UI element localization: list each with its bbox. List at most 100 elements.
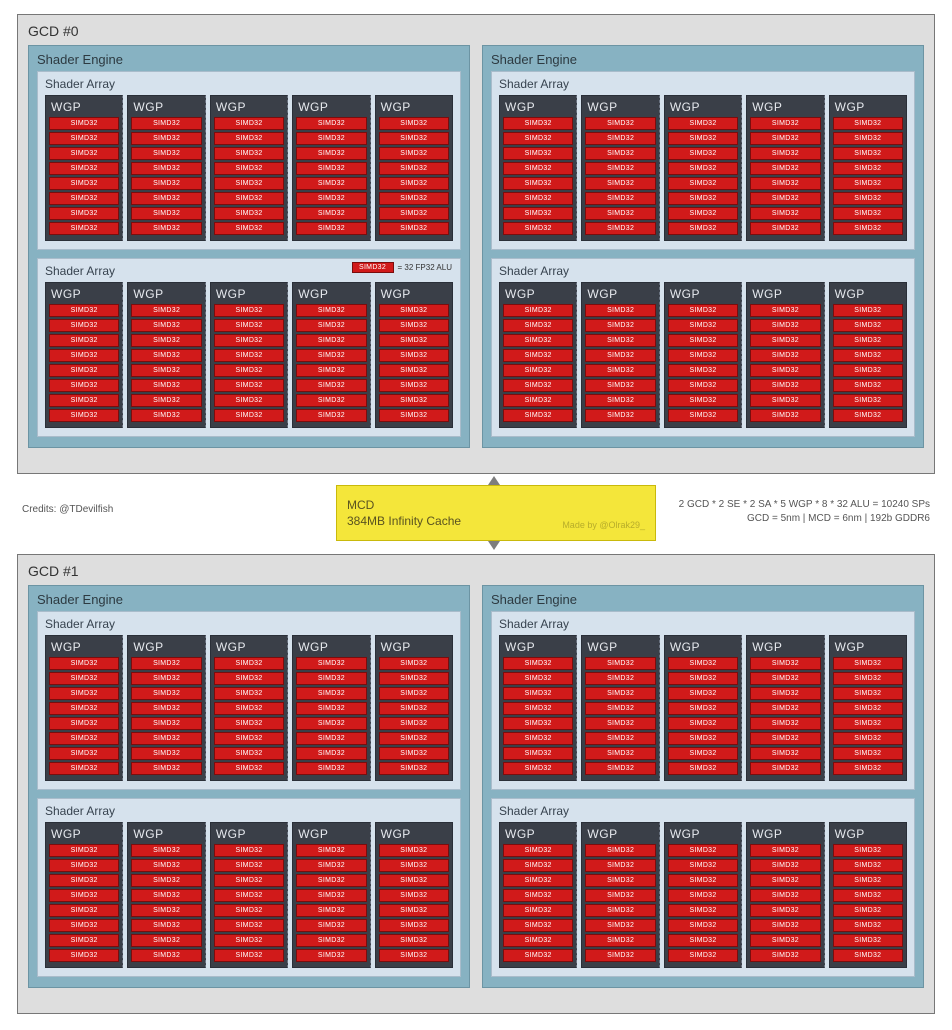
simd-unit: SIMD32	[833, 192, 903, 205]
simd-unit: SIMD32	[296, 672, 366, 685]
simd-label: SIMD32	[318, 937, 345, 944]
simd-unit: SIMD32	[833, 762, 903, 775]
wgp-block: WGPSIMD32SIMD32SIMD32SIMD32SIMD32SIMD32S…	[45, 95, 123, 241]
simd-label: SIMD32	[525, 120, 552, 127]
wgp-block: WGPSIMD32SIMD32SIMD32SIMD32SIMD32SIMD32S…	[210, 635, 288, 781]
wgp-block: WGPSIMD32SIMD32SIMD32SIMD32SIMD32SIMD32S…	[664, 95, 742, 241]
simd-unit: SIMD32	[214, 717, 284, 730]
simd-unit: SIMD32	[296, 732, 366, 745]
simd-unit: SIMD32	[214, 117, 284, 130]
simd-unit: SIMD32	[296, 162, 366, 175]
simd-unit: SIMD32	[131, 409, 201, 422]
simd-label: SIMD32	[689, 337, 716, 344]
simd-unit: SIMD32	[214, 147, 284, 160]
simd-unit: SIMD32	[750, 657, 820, 670]
simd-unit: SIMD32	[131, 874, 201, 887]
wgp-label: WGP	[51, 287, 119, 301]
simd-label: SIMD32	[235, 892, 262, 899]
simd-unit: SIMD32	[379, 319, 449, 332]
simd-unit: SIMD32	[49, 207, 119, 220]
simd-label: SIMD32	[689, 352, 716, 359]
simd-label: SIMD32	[235, 337, 262, 344]
simd-unit: SIMD32	[131, 162, 201, 175]
simd-unit: SIMD32	[503, 732, 573, 745]
shader-array: Shader ArrayWGPSIMD32SIMD32SIMD32SIMD32S…	[37, 798, 461, 977]
simd-unit: SIMD32	[503, 687, 573, 700]
simd-unit: SIMD32	[379, 747, 449, 760]
simd-unit: SIMD32	[49, 747, 119, 760]
simd-label: SIMD32	[525, 337, 552, 344]
simd-label: SIMD32	[772, 705, 799, 712]
simd-label: SIMD32	[772, 195, 799, 202]
gcd-label: GCD #0	[28, 23, 924, 39]
simd-label: SIMD32	[772, 720, 799, 727]
simd-label: SIMD32	[607, 675, 634, 682]
simd-unit: SIMD32	[49, 192, 119, 205]
simd-unit: SIMD32	[296, 919, 366, 932]
simd-unit: SIMD32	[296, 132, 366, 145]
simd-unit: SIMD32	[750, 192, 820, 205]
simd-label: SIMD32	[689, 120, 716, 127]
simd-unit: SIMD32	[503, 762, 573, 775]
simd-unit: SIMD32	[296, 747, 366, 760]
simd-label: SIMD32	[400, 877, 427, 884]
simd-label: SIMD32	[318, 225, 345, 232]
simd-label: SIMD32	[235, 120, 262, 127]
simd-unit: SIMD32	[379, 162, 449, 175]
simd-unit: SIMD32	[131, 394, 201, 407]
simd-label: SIMD32	[772, 382, 799, 389]
simd-unit: SIMD32	[585, 747, 655, 760]
simd-label: SIMD32	[235, 367, 262, 374]
simd-label: SIMD32	[525, 225, 552, 232]
simd-unit: SIMD32	[49, 949, 119, 962]
shader-engine: Shader EngineShader ArrayWGPSIMD32SIMD32…	[28, 585, 470, 988]
simd-label: SIMD32	[607, 720, 634, 727]
simd-unit: SIMD32	[296, 379, 366, 392]
simd-label: SIMD32	[318, 135, 345, 142]
simd-label: SIMD32	[854, 337, 881, 344]
simd-label: SIMD32	[235, 937, 262, 944]
simd-label: SIMD32	[71, 307, 98, 314]
wgp-label: WGP	[752, 287, 820, 301]
simd-label: SIMD32	[689, 735, 716, 742]
wgp-row: WGP SIMD32 SIMD32 SIMD32 SIMD32 SIMD32 SIMD32 S…	[45, 635, 453, 781]
simd-label: SIMD32	[607, 690, 634, 697]
wgp-label: WGP	[216, 640, 284, 654]
simd-unit: SIMD32	[833, 349, 903, 362]
simd-label: SIMD32	[400, 165, 427, 172]
simd-label: SIMD32	[772, 750, 799, 757]
simd-label: SIMD32	[525, 937, 552, 944]
simd-unit: SIMD32	[750, 147, 820, 160]
simd-label: SIMD32	[689, 892, 716, 899]
spec-line1: 2 GCD * 2 SE * 2 SA * 5 WGP * 8 * 32 ALU…	[679, 498, 930, 512]
simd-unit: SIMD32	[668, 702, 738, 715]
wgp-block: WGPSIMD32SIMD32SIMD32SIMD32SIMD32SIMD32S…	[746, 95, 824, 241]
simd-unit: SIMD32	[503, 949, 573, 962]
wgp-label: WGP	[381, 640, 449, 654]
simd-label: SIMD32	[854, 195, 881, 202]
wgp-label: WGP	[505, 100, 573, 114]
simd-unit: SIMD32	[503, 364, 573, 377]
simd-label: SIMD32	[235, 907, 262, 914]
simd-label: SIMD32	[607, 847, 634, 854]
simd-unit: SIMD32	[750, 919, 820, 932]
simd-unit: SIMD32	[750, 117, 820, 130]
shader-array: Shader ArrayWGPSIMD32SIMD32SIMD32SIMD32S…	[491, 798, 915, 977]
simd-label: SIMD32	[153, 952, 180, 959]
simd-label: SIMD32	[772, 307, 799, 314]
simd-label: SIMD32	[318, 750, 345, 757]
simd-unit: SIMD32	[214, 304, 284, 317]
simd-unit: SIMD32	[833, 874, 903, 887]
simd-unit: SIMD32	[503, 934, 573, 947]
wgp-block: WGPSIMD32SIMD32SIMD32SIMD32SIMD32SIMD32S…	[581, 282, 659, 428]
simd-unit: SIMD32	[503, 874, 573, 887]
simd-label: SIMD32	[400, 705, 427, 712]
simd-unit: SIMD32	[585, 304, 655, 317]
wgp-row: WGP SIMD32 SIMD32 SIMD32 SIMD32 SIMD32 SIMD32 S…	[499, 95, 907, 241]
simd-unit: SIMD32	[750, 717, 820, 730]
simd-unit: SIMD32	[131, 949, 201, 962]
simd-unit: SIMD32	[131, 859, 201, 872]
simd-label: SIMD32	[235, 382, 262, 389]
wgp-block: WGPSIMD32SIMD32SIMD32SIMD32SIMD32SIMD32S…	[375, 282, 453, 428]
simd-label: SIMD32	[71, 382, 98, 389]
